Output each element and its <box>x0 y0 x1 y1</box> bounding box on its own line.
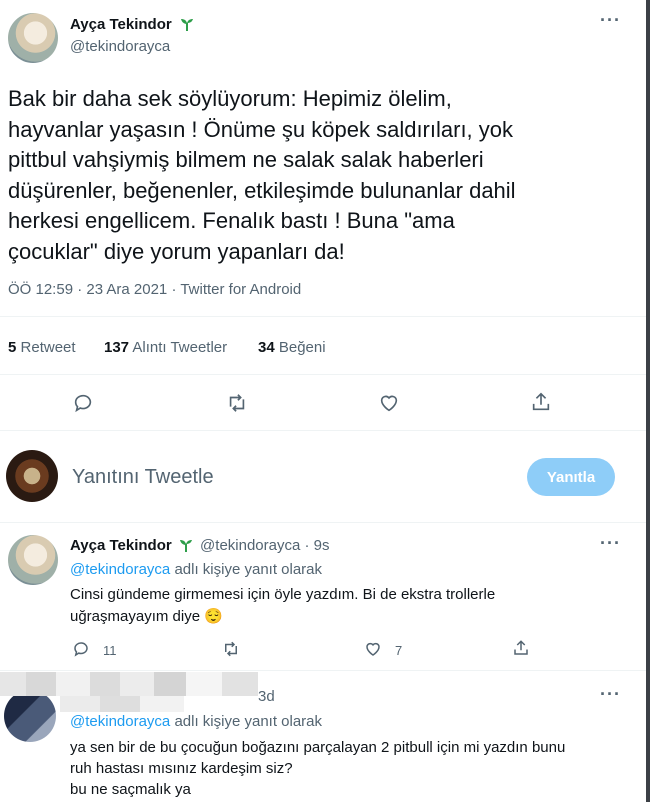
reply-icon[interactable] <box>72 640 90 658</box>
reply-text-line: Cinsi gündeme girmemesi için öyle yazdım… <box>70 586 496 603</box>
reply-count: 11 <box>103 643 117 658</box>
author-name[interactable]: Ayça Tekindor <box>70 16 195 36</box>
author-avatar[interactable] <box>8 13 58 63</box>
tweet-text-line: hayvanlar yaşasın ! Önüme şu köpek saldı… <box>8 116 514 142</box>
sprout-icon <box>178 537 194 557</box>
retweet-icon[interactable] <box>226 392 248 414</box>
replying-to-label: adlı kişiye yanıt olarak <box>174 561 323 578</box>
tweet-text-line: Bak bir daha sek söylüyorum: Hepimiz öle… <box>8 86 452 111</box>
reply-author-name[interactable]: Ayça Tekindor <box>70 537 172 554</box>
replying-to-label: adlı kişiye yanıt olarak <box>174 713 323 730</box>
share-icon[interactable] <box>512 639 530 657</box>
reply-text-line: ruh hastası mısınız kardeşim siz? <box>70 760 293 777</box>
like-stat[interactable]: 34 Beğeni <box>258 339 326 356</box>
tweet-text-line: pittbul vahşiymiş bilmem ne salak salak … <box>8 147 484 172</box>
tweet-thread-frame: Ayça Tekindor @tekindorayca ··· Bak bir … <box>0 0 650 802</box>
more-options-icon[interactable]: ··· <box>600 10 621 31</box>
quote-label: Alıntı Tweetler <box>132 339 228 356</box>
reply-input[interactable]: Yanıtını Tweetle <box>72 466 214 489</box>
reply-avatar[interactable] <box>8 535 58 585</box>
divider <box>0 670 646 671</box>
divider <box>0 522 646 523</box>
reply-time[interactable]: · 9s <box>305 537 330 554</box>
reply-text: Cinsi gündeme girmemesi için öyle yazdım… <box>70 584 495 628</box>
reply-author-handle[interactable]: @tekindorayca <box>200 537 300 554</box>
divider <box>0 374 646 375</box>
reply-header: Ayça Tekindor @tekindorayca · 9s <box>70 537 330 557</box>
tweet-text: Bak bir daha sek söylüyorum: Hepimiz öle… <box>8 84 628 267</box>
like-label: Beğeni <box>278 339 326 356</box>
more-options-icon[interactable]: ··· <box>600 684 621 705</box>
tweet-text-line: düşürenler, beğenenler, etkileşimde bulu… <box>8 177 516 203</box>
divider <box>0 316 646 317</box>
replying-to: @tekindorayca adlı kişiye yanıt olarak <box>70 561 322 578</box>
like-icon[interactable] <box>364 640 382 658</box>
more-options-icon[interactable]: ··· <box>600 533 621 554</box>
share-icon[interactable] <box>530 391 552 413</box>
like-count: 7 <box>395 643 403 658</box>
reply-text: ya sen bir de bu çocuğun boğazını parçal… <box>70 737 565 800</box>
like-icon[interactable] <box>378 392 400 414</box>
like-count: 34 <box>258 339 275 356</box>
replying-to-handle[interactable]: @tekindorayca <box>70 713 170 730</box>
replying-to-handle[interactable]: @tekindorayca <box>70 561 170 578</box>
author-handle[interactable]: @tekindorayca <box>70 38 170 55</box>
author-name-text: Ayça Tekindor <box>70 16 172 33</box>
tweet-text-line: herkesi engellicem. Fenalık bastı ! Buna… <box>8 208 455 233</box>
divider <box>0 430 646 431</box>
quote-stat[interactable]: 137 Alıntı Tweetler <box>104 339 227 356</box>
tweet-timestamp[interactable]: ÖÖ 12:59 · 23 Ara 2021 · Twitter for And… <box>8 281 301 298</box>
reply-text-line: bu ne saçmalık ya <box>70 781 191 798</box>
user-avatar[interactable] <box>6 450 58 502</box>
quote-count: 137 <box>104 339 130 356</box>
retweet-count: 5 <box>8 339 17 356</box>
reply-text-line: uğraşmayayım diye 😌 <box>70 608 223 625</box>
reply-text-line: ya sen bir de bu çocuğun boğazını parçal… <box>70 739 566 756</box>
retweet-label: Retweet <box>20 339 76 356</box>
replying-to: @tekindorayca adlı kişiye yanıt olarak <box>70 713 322 730</box>
retweet-icon[interactable] <box>222 640 240 658</box>
sprout-icon <box>179 16 195 36</box>
reply-time[interactable]: 3d <box>258 688 275 705</box>
reply-icon[interactable] <box>72 392 94 414</box>
reply-button[interactable]: Yanıtla <box>527 458 615 496</box>
retweet-stat[interactable]: 5 Retweet <box>8 339 76 356</box>
tweet-text-line: çocuklar" diye yorum yapanları da! <box>8 238 345 264</box>
